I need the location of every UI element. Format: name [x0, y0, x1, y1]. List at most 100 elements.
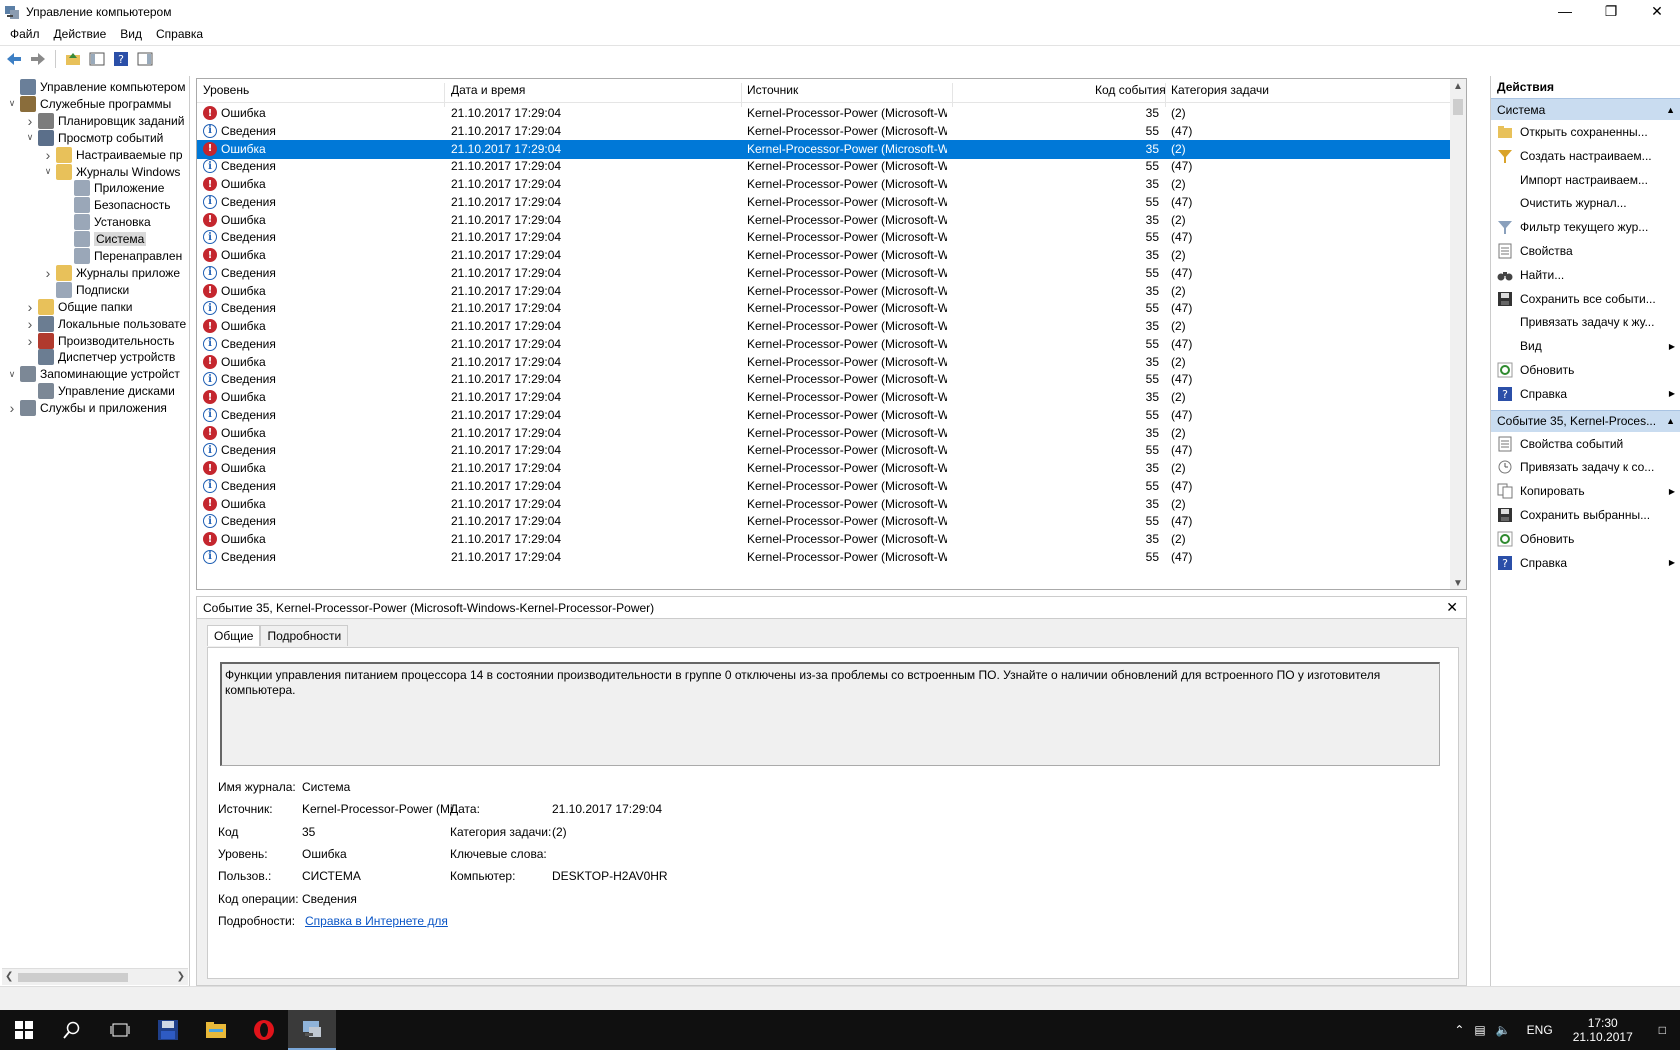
column-source[interactable]: Источник: [747, 83, 798, 97]
collapse-icon[interactable]: ▲: [1666, 416, 1675, 426]
forward-icon[interactable]: [27, 48, 49, 70]
table-row[interactable]: i Сведения 21.10.2017 17:29:04 Kernel-Proce…: [197, 122, 1453, 141]
tree-item[interactable]: › Журналы приложе: [42, 264, 180, 282]
tree-item[interactable]: Установка: [60, 213, 151, 231]
action-item[interactable]: Свойства событий: [1491, 433, 1680, 455]
table-row[interactable]: ! Ошибка 21.10.2017 17:29:04 Kernel-Process…: [197, 530, 1453, 549]
table-row[interactable]: i Сведения 21.10.2017 17:29:04 Kernel-Proce…: [197, 406, 1453, 425]
tree-horizontal-scrollbar[interactable]: ❮ ❯: [2, 968, 188, 985]
table-row[interactable]: i Сведения 21.10.2017 17:29:04 Kernel-Proce…: [197, 228, 1453, 247]
start-button[interactable]: [0, 1010, 48, 1050]
table-row[interactable]: i Сведения 21.10.2017 17:29:04 Kernel-Proce…: [197, 370, 1453, 389]
tree-item[interactable]: Система: [60, 230, 147, 248]
action-item[interactable]: Обновить: [1491, 528, 1680, 550]
tree-item[interactable]: Безопасность: [60, 196, 171, 214]
event-message[interactable]: Функции управления питанием процессора 1…: [220, 662, 1440, 766]
column-level[interactable]: Уровень: [203, 83, 249, 97]
online-help-link[interactable]: Справка в Интернете для: [305, 914, 448, 928]
table-row[interactable]: i Сведения 21.10.2017 17:29:04 Kernel-Proce…: [197, 299, 1453, 318]
column-task-category[interactable]: Категория задачи: [1171, 83, 1269, 97]
chevron-down-icon[interactable]: ∨: [6, 98, 18, 110]
help-icon[interactable]: ?: [110, 48, 132, 70]
action-item[interactable]: Найти...: [1491, 264, 1680, 286]
table-row[interactable]: i Сведения 21.10.2017 17:29:04 Kernel-Proce…: [197, 441, 1453, 460]
table-row[interactable]: ! Ошибка 21.10.2017 17:29:04 Kernel-Process…: [197, 175, 1453, 194]
action-item[interactable]: Вид ▶: [1491, 335, 1680, 357]
floppy-app-icon[interactable]: [144, 1010, 192, 1050]
table-row[interactable]: ! Ошибка 21.10.2017 17:29:04 Kernel-Process…: [197, 139, 1453, 159]
tree-item[interactable]: Управление дисками: [24, 382, 175, 400]
tree-item[interactable]: ∨ Запоминающие устройст: [6, 365, 180, 383]
tree-item[interactable]: Управление компьютером (л: [6, 78, 189, 96]
close-icon[interactable]: ✕: [1446, 599, 1458, 616]
menu-file[interactable]: Файл: [3, 27, 47, 41]
show-hide-action-pane-icon[interactable]: [134, 48, 156, 70]
tree-item[interactable]: ∨ Служебные программы: [6, 95, 171, 113]
table-row[interactable]: ! Ошибка 21.10.2017 17:29:04 Kernel-Process…: [197, 424, 1453, 443]
opera-icon[interactable]: [240, 1010, 288, 1050]
file-explorer-icon[interactable]: [192, 1010, 240, 1050]
minimize-button[interactable]: —: [1542, 0, 1588, 22]
collapse-icon[interactable]: ▲: [1666, 105, 1675, 115]
action-item[interactable]: ? Справка ▶: [1491, 383, 1680, 405]
action-item[interactable]: Копировать ▶: [1491, 480, 1680, 502]
chevron-down-icon[interactable]: ∨: [42, 166, 54, 178]
action-item[interactable]: Импорт настраиваем...: [1491, 169, 1680, 191]
tree-item[interactable]: Диспетчер устройств: [24, 348, 175, 366]
table-row[interactable]: i Сведения 21.10.2017 17:29:04 Kernel-Proce…: [197, 512, 1453, 531]
actions-section-system[interactable]: Система ▲: [1491, 98, 1680, 120]
language-indicator[interactable]: ENG: [1517, 1023, 1563, 1037]
volume-icon[interactable]: 🔈: [1490, 1023, 1517, 1037]
action-item[interactable]: Сохранить выбранны...: [1491, 504, 1680, 526]
chevron-down-icon[interactable]: ∨: [24, 132, 36, 144]
table-row[interactable]: i Сведения 21.10.2017 17:29:04 Kernel-Proce…: [197, 264, 1453, 283]
menu-view[interactable]: Вид: [113, 27, 149, 41]
column-date[interactable]: Дата и время: [451, 83, 525, 97]
show-hide-tree-icon[interactable]: [86, 48, 108, 70]
tree-item[interactable]: Перенаправлен: [60, 247, 182, 265]
tab-general[interactable]: Общие: [207, 625, 261, 646]
table-row[interactable]: ! Ошибка 21.10.2017 17:29:04 Kernel-Process…: [197, 495, 1453, 514]
tree-item[interactable]: Приложение: [60, 179, 164, 197]
tree-item[interactable]: › Настраиваемые пр: [42, 146, 183, 164]
close-button[interactable]: ✕: [1634, 0, 1680, 22]
tree-item[interactable]: Подписки: [42, 281, 129, 299]
tree-item[interactable]: ∨ Журналы Windows: [42, 163, 180, 181]
tree-item[interactable]: › Общие папки: [24, 298, 132, 316]
menu-help[interactable]: Справка: [149, 27, 210, 41]
table-row[interactable]: ! Ошибка 21.10.2017 17:29:04 Kernel-Process…: [197, 459, 1453, 478]
action-item[interactable]: Привязать задачу к жу...: [1491, 311, 1680, 333]
clock[interactable]: 17:30 21.10.2017: [1563, 1016, 1643, 1044]
table-row[interactable]: i Сведения 21.10.2017 17:29:04 Kernel-Proce…: [197, 335, 1453, 354]
table-row[interactable]: ! Ошибка 21.10.2017 17:29:04 Kernel-Process…: [197, 317, 1453, 336]
action-item[interactable]: Сохранить все событи...: [1491, 288, 1680, 310]
action-item[interactable]: Открыть сохраненны...: [1491, 121, 1680, 143]
tree-item[interactable]: › Производительность: [24, 332, 174, 350]
tree-item[interactable]: › Планировщик заданий: [24, 112, 184, 130]
chevron-right-icon[interactable]: ›: [42, 147, 54, 163]
action-item[interactable]: Фильтр текущего жур...: [1491, 216, 1680, 238]
back-icon[interactable]: [3, 48, 25, 70]
chevron-right-icon[interactable]: ›: [42, 265, 54, 281]
column-event-code[interactable]: Код события: [1095, 83, 1166, 97]
tree-item[interactable]: ∨ Просмотр событий: [24, 129, 163, 147]
restore-button[interactable]: ❐: [1588, 0, 1634, 22]
table-row[interactable]: ! Ошибка 21.10.2017 17:29:04 Kernel-Process…: [197, 388, 1453, 407]
computer-management-taskbar-icon[interactable]: [288, 1010, 336, 1050]
table-row[interactable]: i Сведения 21.10.2017 17:29:04 Kernel-Proce…: [197, 157, 1453, 176]
tree-item[interactable]: › Службы и приложения: [6, 399, 167, 417]
tab-details[interactable]: Подробности: [260, 625, 349, 646]
chevron-right-icon[interactable]: ›: [24, 333, 36, 349]
table-row[interactable]: i Сведения 21.10.2017 17:29:04 Kernel-Proce…: [197, 193, 1453, 212]
action-item[interactable]: Свойства: [1491, 240, 1680, 262]
network-icon[interactable]: ▤: [1470, 1023, 1489, 1037]
task-view-icon[interactable]: [96, 1010, 144, 1050]
action-item[interactable]: ? Справка ▶: [1491, 552, 1680, 574]
chevron-up-icon[interactable]: ⌃: [1448, 1023, 1470, 1037]
table-row[interactable]: ! Ошибка 21.10.2017 17:29:04 Kernel-Process…: [197, 353, 1453, 372]
action-item[interactable]: Привязать задачу к со...: [1491, 456, 1680, 478]
table-row[interactable]: i Сведения 21.10.2017 17:29:04 Kernel-Proce…: [197, 477, 1453, 496]
actions-section-event[interactable]: Событие 35, Kernel-Proces... ▲: [1491, 409, 1680, 432]
event-list-vertical-scrollbar[interactable]: ▲ ▼: [1450, 79, 1466, 589]
search-icon[interactable]: [48, 1010, 96, 1050]
